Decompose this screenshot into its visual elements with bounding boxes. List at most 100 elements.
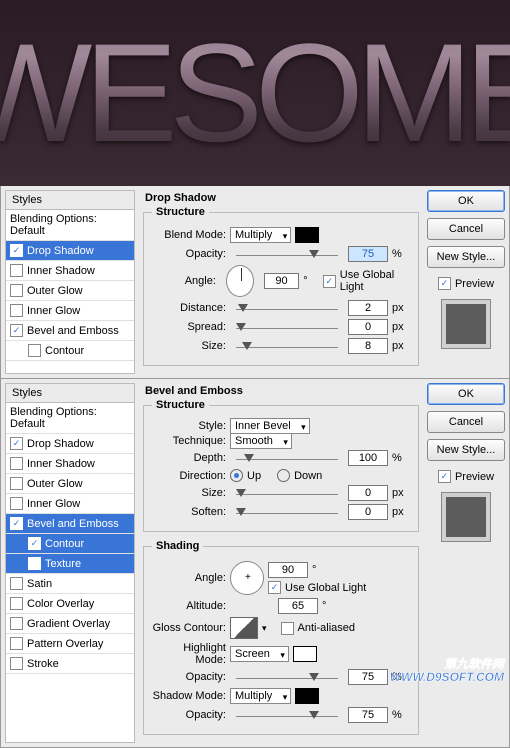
gloss-contour-picker[interactable]: [230, 617, 258, 639]
style-item-inner-shadow[interactable]: Inner Shadow: [6, 454, 134, 474]
style-checkbox[interactable]: [10, 517, 23, 530]
style-checkbox[interactable]: [10, 457, 23, 470]
style-item-pattern-overlay[interactable]: Pattern Overlay: [6, 634, 134, 654]
style-checkbox[interactable]: [10, 437, 23, 450]
shadow-color-swatch[interactable]: [295, 688, 319, 704]
depth-input[interactable]: 100: [348, 450, 388, 466]
style-checkbox[interactable]: [10, 617, 23, 630]
highlight-color-swatch[interactable]: [293, 646, 317, 662]
panel-title: Drop Shadow: [145, 192, 419, 204]
style-item-contour[interactable]: Contour: [6, 341, 134, 361]
style-item-label: Inner Shadow: [27, 265, 95, 277]
soften-input[interactable]: 0: [348, 504, 388, 520]
highlight-mode-select[interactable]: Screen: [230, 646, 289, 662]
style-item-bevel-and-emboss[interactable]: Bevel and Emboss: [6, 514, 134, 534]
dialog-buttons: OK Cancel New Style... Preview: [427, 190, 505, 374]
highlight-opacity-slider[interactable]: [236, 670, 338, 684]
style-checkbox[interactable]: [28, 557, 41, 570]
style-item-label: Inner Glow: [27, 498, 80, 510]
technique-label: Technique:: [152, 435, 226, 447]
angle-input[interactable]: 90: [264, 273, 299, 289]
style-item-label: Pattern Overlay: [27, 638, 103, 650]
style-item-outer-glow[interactable]: Outer Glow: [6, 281, 134, 301]
direction-up-radio[interactable]: [230, 469, 243, 482]
spread-input[interactable]: 0: [348, 319, 388, 335]
style-checkbox[interactable]: [10, 657, 23, 670]
style-checkbox[interactable]: [10, 244, 23, 257]
shadow-mode-select[interactable]: Multiply: [230, 688, 291, 704]
style-label: Style:: [152, 420, 226, 432]
soften-slider[interactable]: [236, 505, 338, 519]
opacity-input[interactable]: 75: [348, 246, 388, 262]
style-checkbox[interactable]: [28, 537, 41, 550]
shadow-opacity-unit: %: [392, 709, 410, 721]
style-item-contour[interactable]: Contour: [6, 534, 134, 554]
cancel-button[interactable]: Cancel: [427, 218, 505, 240]
use-global-light-checkbox[interactable]: [323, 275, 336, 288]
new-style-button[interactable]: New Style...: [427, 439, 505, 461]
ok-button[interactable]: OK: [427, 190, 505, 212]
shadow-opacity-slider[interactable]: [236, 708, 338, 722]
chevron-down-icon[interactable]: ▾: [262, 623, 267, 634]
depth-slider[interactable]: [236, 451, 338, 465]
style-item-satin[interactable]: Satin: [6, 574, 134, 594]
style-item-texture[interactable]: Texture: [6, 554, 134, 574]
blending-options-row[interactable]: Blending Options: Default: [6, 210, 134, 241]
direction-down-radio[interactable]: [277, 469, 290, 482]
distance-input[interactable]: 2: [348, 300, 388, 316]
angle-dial[interactable]: [226, 265, 254, 297]
style-checkbox[interactable]: [10, 264, 23, 277]
style-item-label: Texture: [45, 558, 81, 570]
style-checkbox[interactable]: [28, 344, 41, 357]
blending-options-row[interactable]: Blending Options: Default: [6, 403, 134, 434]
style-checkbox[interactable]: [10, 304, 23, 317]
spread-slider[interactable]: [236, 320, 338, 334]
style-checkbox[interactable]: [10, 477, 23, 490]
size-input[interactable]: 0: [348, 485, 388, 501]
distance-slider[interactable]: [236, 301, 338, 315]
shadow-opacity-input[interactable]: 75: [348, 707, 388, 723]
blend-color-swatch[interactable]: [295, 227, 319, 243]
style-item-inner-glow[interactable]: Inner Glow: [6, 301, 134, 321]
style-checkbox[interactable]: [10, 637, 23, 650]
style-item-label: Drop Shadow: [27, 438, 94, 450]
use-global-light-checkbox[interactable]: [268, 581, 281, 594]
preview-checkbox[interactable]: [438, 277, 451, 290]
opacity-slider[interactable]: [236, 247, 338, 261]
style-checkbox[interactable]: [10, 324, 23, 337]
style-item-gradient-overlay[interactable]: Gradient Overlay: [6, 614, 134, 634]
style-select[interactable]: Inner Bevel: [230, 418, 310, 434]
depth-label: Depth:: [152, 452, 226, 464]
style-checkbox[interactable]: [10, 597, 23, 610]
style-item-inner-glow[interactable]: Inner Glow: [6, 494, 134, 514]
cancel-button[interactable]: Cancel: [427, 411, 505, 433]
preview-checkbox[interactable]: [438, 470, 451, 483]
style-checkbox[interactable]: [10, 284, 23, 297]
style-item-outer-glow[interactable]: Outer Glow: [6, 474, 134, 494]
style-item-label: Bevel and Emboss: [27, 518, 119, 530]
anti-aliased-checkbox[interactable]: [281, 622, 294, 635]
new-style-button[interactable]: New Style...: [427, 246, 505, 268]
style-item-bevel-and-emboss[interactable]: Bevel and Emboss: [6, 321, 134, 341]
angle-input[interactable]: 90: [268, 562, 308, 578]
style-checkbox[interactable]: [10, 497, 23, 510]
style-item-color-overlay[interactable]: Color Overlay: [6, 594, 134, 614]
size-slider[interactable]: [236, 339, 338, 353]
style-item-drop-shadow[interactable]: Drop Shadow: [6, 434, 134, 454]
structure-group: Structure Style: Inner Bevel Technique: Sm…: [143, 399, 419, 532]
angle-altitude-dial[interactable]: +: [230, 561, 264, 595]
styles-header: Styles: [6, 191, 134, 210]
angle-unit: °: [303, 275, 319, 287]
altitude-input[interactable]: 65: [278, 598, 318, 614]
style-item-stroke[interactable]: Stroke: [6, 654, 134, 674]
size-slider[interactable]: [236, 486, 338, 500]
style-item-drop-shadow[interactable]: Drop Shadow: [6, 241, 134, 261]
ok-button[interactable]: OK: [427, 383, 505, 405]
technique-select[interactable]: Smooth: [230, 433, 292, 449]
blend-mode-select[interactable]: Multiply: [230, 227, 291, 243]
highlight-opacity-input[interactable]: 75: [348, 669, 388, 685]
structure-legend: Structure: [152, 399, 209, 411]
size-input[interactable]: 8: [348, 338, 388, 354]
style-checkbox[interactable]: [10, 577, 23, 590]
style-item-inner-shadow[interactable]: Inner Shadow: [6, 261, 134, 281]
